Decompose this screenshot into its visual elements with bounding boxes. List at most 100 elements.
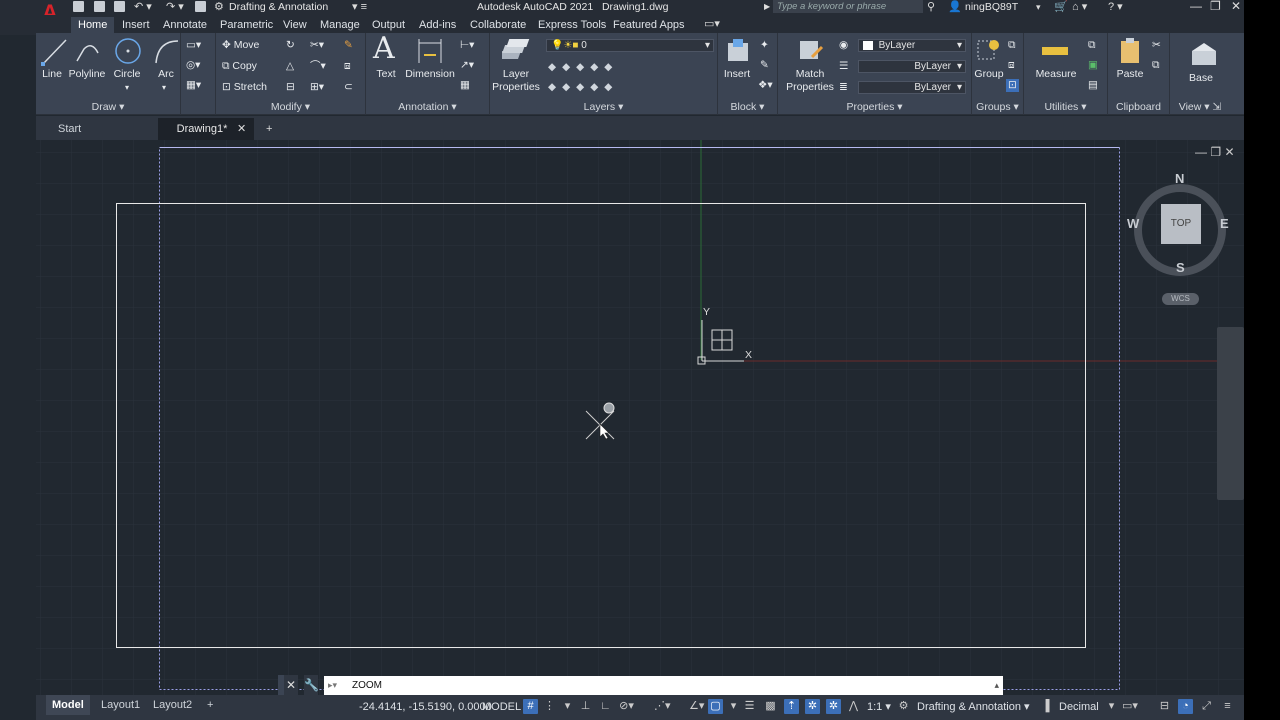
user-icon[interactable]: 👤 (948, 0, 962, 14)
mirror-icon[interactable]: △ (286, 60, 294, 73)
linetype-dropdown[interactable]: ByLayer ▾ (858, 60, 966, 73)
layout2-tab[interactable]: Layout2 (147, 695, 198, 715)
workspace-switcher[interactable]: Drafting & Annotation (229, 0, 328, 14)
properties-panel-title[interactable]: Properties ▾ (778, 101, 971, 113)
fillet-icon[interactable]: ⌒▾ (310, 60, 326, 73)
tab-parametric[interactable]: Parametric (213, 17, 280, 34)
snap-toggle-icon[interactable]: ⋮ (542, 699, 557, 714)
workspace-switch-status[interactable]: Drafting & Annotation ▾ (917, 699, 1030, 715)
cart-icon[interactable]: 🛒 (1054, 0, 1068, 14)
save-icon[interactable] (114, 1, 125, 12)
group-label[interactable]: Group (972, 68, 1006, 81)
object-snap-icon[interactable]: ▢ (708, 699, 723, 714)
text-label[interactable]: Text (371, 68, 401, 81)
color-wheel-icon[interactable]: ◉ (839, 39, 848, 52)
close-tab-icon[interactable]: ✕ (237, 122, 246, 136)
compass-south[interactable]: S (1176, 261, 1185, 274)
start-tab[interactable]: Start (36, 118, 158, 140)
navigation-bar[interactable] (1217, 327, 1244, 500)
user-dropdown-icon[interactable]: ▾ (1036, 0, 1041, 14)
ribbon-minimize-icon[interactable]: ▭▾ (704, 17, 720, 31)
array-icon[interactable]: ⊞▾ (310, 81, 324, 94)
recent-commands-icon[interactable]: ▸▾ (328, 676, 337, 695)
rotate-icon[interactable]: ↻ (286, 39, 295, 52)
layer-tools-row2-icon[interactable]: ◆◆◆◆◆ (548, 81, 618, 94)
workspace-dropdown-icon[interactable]: ▾ ≡ (352, 0, 367, 14)
fullscreen-icon[interactable]: ⤢ (1199, 699, 1214, 714)
circle-icon[interactable] (114, 37, 142, 67)
viewcube-top-face[interactable]: TOP (1161, 204, 1201, 244)
move-button[interactable]: ✥ Move (222, 39, 259, 52)
id-point-icon[interactable]: ▤ (1088, 79, 1098, 92)
layer-properties-icon[interactable] (502, 37, 530, 63)
copy-button[interactable]: ⧉ Copy (222, 60, 257, 73)
create-block-icon[interactable]: ✦ (760, 39, 769, 52)
group-edit-icon[interactable]: ⧈ (1008, 59, 1015, 72)
search-icon[interactable]: ⚲ (927, 0, 935, 14)
viewport-close-icon[interactable]: ✕ (1224, 145, 1234, 159)
model-space-toggle[interactable]: MODEL (482, 699, 521, 715)
drawing-viewport[interactable]: Y X TOP N S E W WCS (36, 140, 1244, 695)
color-dropdown[interactable]: ByLayer ▾ (858, 39, 966, 52)
model-tab[interactable]: Model (46, 695, 90, 715)
open-file-icon[interactable] (94, 1, 105, 12)
block-panel-title[interactable]: Block ▾ (718, 101, 777, 113)
ortho-icon[interactable]: ∟ (598, 699, 613, 714)
cut-icon[interactable]: ✂ (1152, 39, 1161, 52)
lineweight-display-icon[interactable]: ☰ (742, 699, 757, 714)
explode-icon[interactable]: ⧈ (344, 60, 351, 73)
measure-icon[interactable] (1040, 41, 1070, 61)
auto-scale-icon[interactable]: ✲ (826, 699, 841, 714)
snap-dropdown-icon[interactable]: ▾ (560, 699, 575, 714)
ungroup-icon[interactable]: ⧉ (1008, 39, 1016, 52)
viewport-minimize-icon[interactable]: — (1195, 145, 1207, 159)
tab-add-ins[interactable]: Add-ins (412, 17, 463, 34)
viewport-restore-icon[interactable]: ❐ (1210, 145, 1221, 159)
draw-panel-title[interactable]: Draw ▾ (36, 101, 180, 113)
transparency-icon[interactable]: ▩ (763, 699, 778, 714)
tab-express-tools[interactable]: Express Tools (531, 17, 613, 34)
tab-collaborate[interactable]: Collaborate (463, 17, 533, 34)
modify-panel-title[interactable]: Modify ▾ (216, 101, 365, 113)
new-tab-icon[interactable]: + (266, 122, 272, 136)
paste-icon[interactable] (1118, 37, 1144, 65)
tab-featured-apps[interactable]: Featured Apps (606, 17, 692, 34)
arc-icon[interactable] (152, 37, 180, 67)
arc-label[interactable]: Arc (152, 68, 180, 81)
hatch-icon[interactable]: ◎▾ (186, 59, 200, 72)
redo-icon[interactable]: ↷ ▾ (166, 0, 184, 14)
drawing-canvas[interactable] (36, 140, 1244, 695)
quick-select-icon[interactable]: ⧉ (1088, 39, 1096, 52)
hardware-acceleration-icon[interactable]: ⊟ (1157, 699, 1172, 714)
close-icon[interactable]: ✕ (1231, 0, 1241, 13)
wcs-menu[interactable]: WCS (1162, 293, 1199, 305)
insert-label[interactable]: Insert (720, 68, 754, 81)
object-snap-tracking-icon[interactable]: ∠▾ (689, 699, 704, 714)
circle-dropdown-icon[interactable]: ▾ (125, 81, 129, 94)
circle-label[interactable]: Circle (112, 68, 142, 81)
layer-properties-label[interactable]: Layer Properties (490, 68, 542, 94)
measure-label[interactable]: Measure (1028, 68, 1084, 81)
quick-properties-icon[interactable]: ▾ (1104, 699, 1119, 714)
minimize-icon[interactable]: — (1190, 0, 1202, 13)
polar-tracking-icon[interactable]: ⊘▾ (619, 699, 634, 714)
gradient-icon[interactable]: ▦▾ (186, 79, 201, 92)
polyline-icon[interactable] (74, 37, 102, 67)
layer-tools-row1-icon[interactable]: ◆◆◆◆◆ (548, 61, 618, 74)
leader-icon[interactable]: ↗▾ (460, 59, 474, 72)
tab-home[interactable]: Home (71, 17, 115, 34)
linear-dim-icon[interactable]: ⊢▾ (460, 39, 474, 52)
utilities-panel-title[interactable]: Utilities ▾ (1024, 101, 1107, 113)
grid-toggle-icon[interactable]: # (523, 699, 538, 714)
undo-icon[interactable]: ↶ ▾ (134, 0, 152, 14)
layers-panel-title[interactable]: Layers ▾ (490, 101, 717, 113)
coordinates-readout[interactable]: -24.4141, -15.5190, 0.0000 (359, 699, 492, 715)
new-layout-icon[interactable]: + (201, 695, 219, 715)
linetype-icon[interactable]: ☰ (839, 60, 848, 73)
command-input[interactable]: ▸▾ ZOOM ▴ (324, 676, 1003, 695)
command-history-icon[interactable]: ▴ (994, 676, 999, 695)
layout1-tab[interactable]: Layout1 (95, 695, 146, 715)
lineweight-icon[interactable]: ≣ (839, 81, 848, 94)
table-icon[interactable]: ▦ (460, 79, 470, 92)
stretch-button[interactable]: ⊡ Stretch (222, 81, 267, 94)
